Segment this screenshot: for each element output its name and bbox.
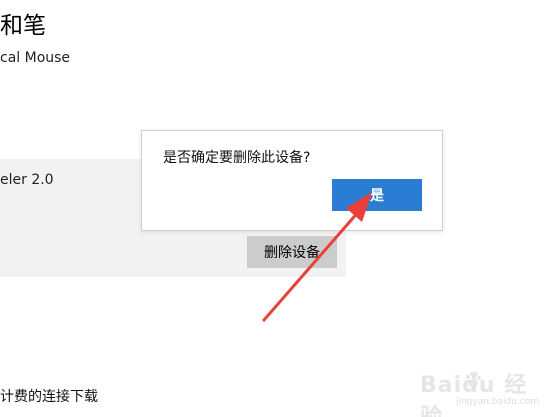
- page-title: 和笔: [0, 13, 46, 39]
- yes-button[interactable]: 是: [332, 179, 422, 211]
- device-name: eler 2.0: [0, 172, 54, 188]
- dialog-question: 是否确定要删除此设备?: [163, 150, 311, 166]
- watermark: Baidu 经验 jingyan.baidu.com: [420, 367, 545, 417]
- mouse-device-label: cal Mouse: [0, 50, 71, 66]
- watermark-logo: Baidu 经验: [420, 373, 528, 417]
- watermark-url: jingyan.baidu.com: [455, 397, 539, 407]
- remove-device-button[interactable]: 删除设备: [247, 236, 337, 268]
- metered-connection-label: 计费的连接下载: [0, 389, 98, 405]
- confirm-dialog: 是否确定要删除此设备? 是: [141, 130, 443, 231]
